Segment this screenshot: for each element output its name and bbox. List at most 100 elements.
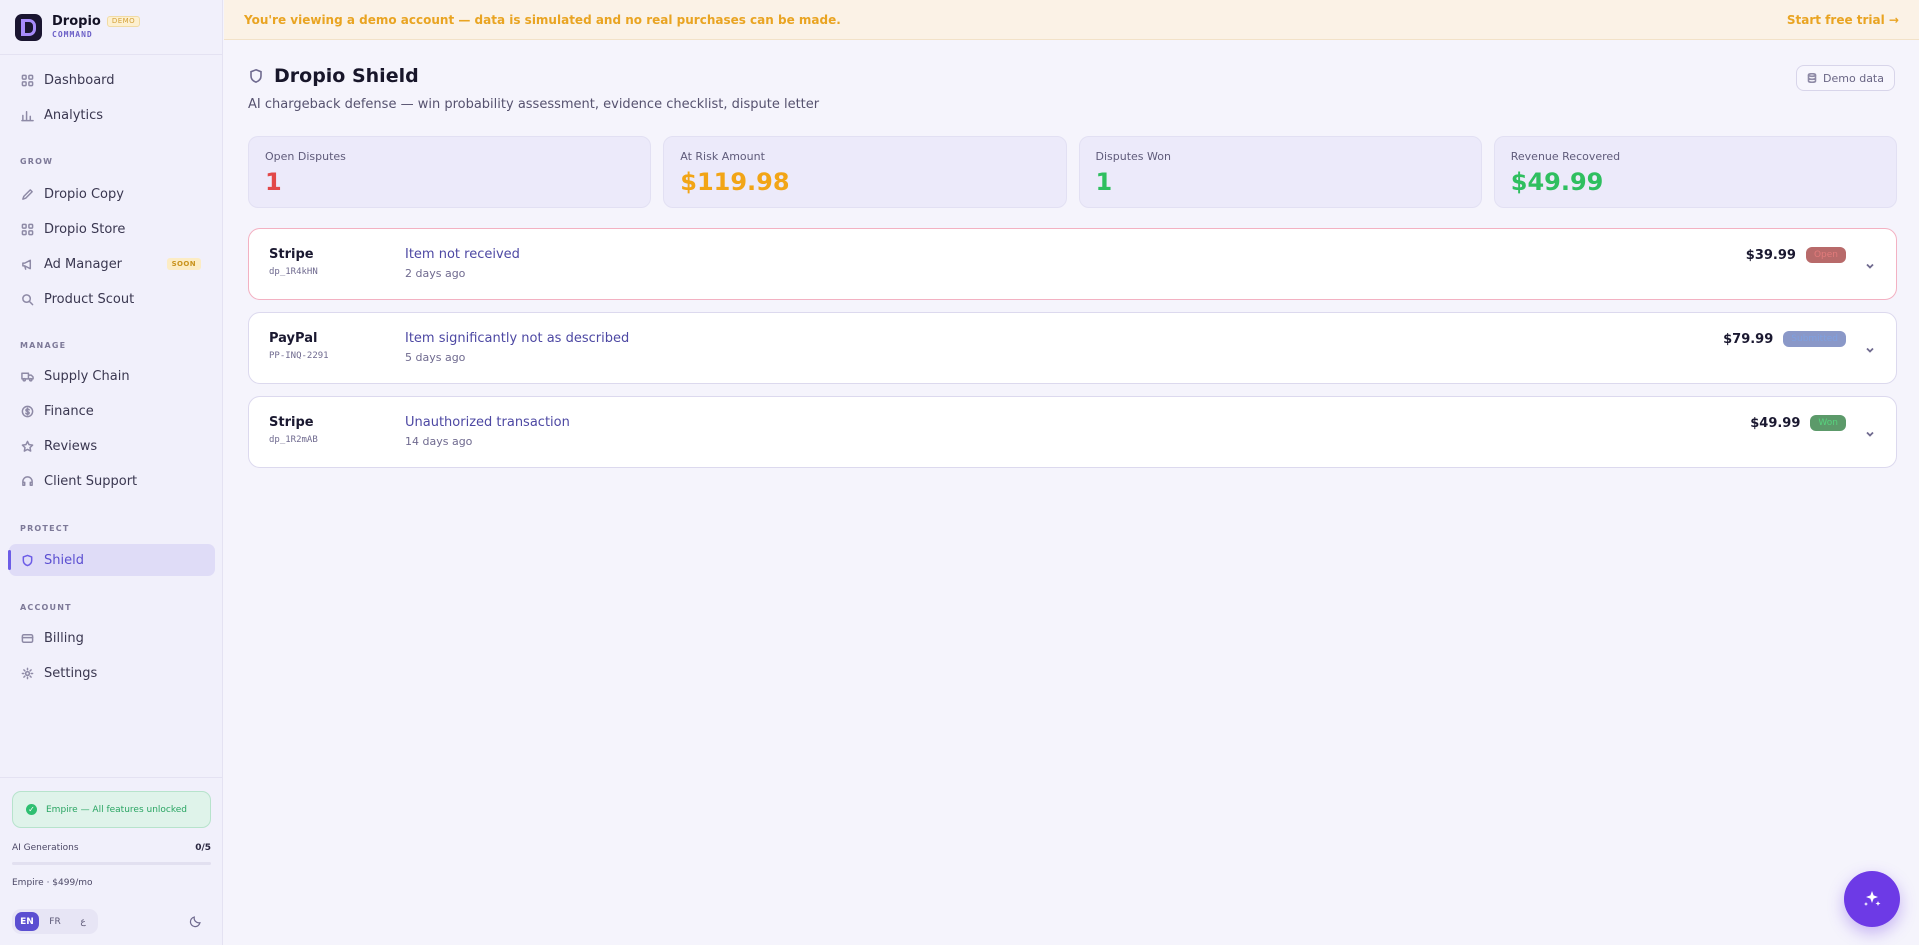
dropio-logo-icon [15,13,42,41]
moon-icon[interactable] [189,913,205,929]
stat-value: $119.98 [680,168,790,196]
stats-row: Open Disputes 1 At Risk Amount $119.98 D… [248,136,1897,208]
demo-data-label: Demo data [1823,71,1884,85]
dispute-reason: Unauthorized transaction [405,415,570,430]
chevron-down-icon[interactable] [1864,425,1876,437]
ai-generations-label: AI Generations [12,843,79,853]
store-icon [20,222,34,236]
page-subtitle: AI chargeback defense — win probability … [248,97,820,112]
bar-chart-icon [20,108,34,122]
sidebar-item-label: Client Support [44,473,138,489]
sidebar-item-label: Product Scout [44,291,135,307]
stat-value: 1 [1095,168,1113,196]
language-fr[interactable]: FR [43,912,67,931]
dispute-age: 5 days ago [405,351,466,364]
sidebar-item-label: Supply Chain [44,368,130,384]
dispute-reason: Item significantly not as described [405,331,630,346]
sidebar-item-supply-chain[interactable]: Supply Chain [9,360,215,392]
dispute-age: 2 days ago [405,267,466,280]
sidebar-item-label: Finance [44,403,94,419]
demo-banner-text: You're viewing a demo account — data is … [244,12,841,27]
page-header: Dropio Shield AI chargeback defense — wi… [248,65,819,112]
sidebar-item-label: Analytics [44,107,104,123]
search-icon [20,292,34,306]
sidebar-item-billing[interactable]: Billing [9,622,215,654]
dispute-provider: Stripe [269,247,314,262]
stat-value: $49.99 [1510,168,1604,196]
brand-subtitle: COMMAND [52,30,93,39]
ai-assistant-button[interactable] [1844,871,1900,927]
ai-generations-row: AI Generations 0/5 [12,843,211,853]
start-free-trial-link[interactable]: Start free trial → [1787,13,1899,27]
chevron-down-icon[interactable] [1864,341,1876,353]
sidebar-item-dashboard[interactable]: Dashboard [9,64,215,96]
sidebar-item-analytics[interactable]: Analytics [9,99,215,131]
sidebar-item-label: Dashboard [44,72,115,88]
stat-label: Open Disputes [265,150,346,163]
page-title: Dropio Shield [274,65,419,87]
section-label-manage: MANAGE [20,341,67,350]
stat-value: 1 [265,168,282,196]
stat-label: At Risk Amount [680,150,765,163]
main-content: Dropio Shield AI chargeback defense — wi… [224,41,1919,945]
chevron-down-icon[interactable] [1864,257,1876,269]
credit-card-icon [20,631,34,645]
dispute-id: PP-INQ-2291 [269,351,329,361]
language-switcher: EN FR ع [12,909,98,934]
status-badge: Won [1810,415,1846,431]
demo-banner: You're viewing a demo account — data is … [224,0,1919,40]
sidebar-item-product-scout[interactable]: Product Scout [9,283,215,315]
grid-icon [20,73,34,87]
soon-badge: SOON [166,258,201,270]
dispute-amount: $79.99 [1723,331,1774,347]
dispute-provider: PayPal [269,331,318,346]
sidebar-item-settings[interactable]: Settings [9,657,215,689]
sidebar-item-dropio-store[interactable]: Dropio Store [9,213,215,245]
dispute-row[interactable]: Stripe dp_1R4kHN Item not received 2 day… [248,228,1897,300]
shield-icon [20,553,34,567]
sidebar-footer: ✓ Empire — All features unlocked AI Gene… [0,777,223,945]
plan-price: Empire · $499/mo [12,878,93,888]
sparkles-icon [1864,891,1881,906]
plan-status-pill[interactable]: ✓ Empire — All features unlocked [12,791,211,828]
brand[interactable]: Dropio DEMO COMMAND [0,0,222,55]
dispute-id: dp_1R2mAB [269,435,318,445]
ai-generations-count: 0/5 [195,843,211,853]
dollar-circle-icon [20,404,34,418]
demo-data-button[interactable]: Demo data [1796,65,1895,91]
megaphone-icon [20,257,34,271]
plan-status-text: Empire — All features unlocked [46,804,187,815]
dispute-amount: $49.99 [1750,415,1801,431]
sidebar-item-label: Billing [44,630,84,646]
headset-icon [20,474,34,488]
sidebar: Dropio DEMO COMMAND Dashboard Analytics … [0,0,223,945]
dispute-list: Stripe dp_1R4kHN Item not received 2 day… [248,228,1897,480]
demo-badge: DEMO [106,16,141,27]
check-circle-icon: ✓ [26,804,37,815]
dispute-age: 14 days ago [405,435,473,448]
sidebar-item-label: Dropio Copy [44,186,124,202]
language-en[interactable]: EN [15,912,39,931]
dispute-id: dp_1R4kHN [269,267,318,277]
dispute-row[interactable]: Stripe dp_1R2mAB Unauthorized transactio… [248,396,1897,468]
section-label-account: ACCOUNT [20,603,72,612]
status-badge: Submitted [1783,331,1846,347]
sidebar-item-reviews[interactable]: Reviews [9,430,215,462]
shield-icon [250,68,262,83]
dispute-reason: Item not received [405,247,520,262]
stat-card-at-risk-amount: At Risk Amount $119.98 [663,136,1067,208]
sidebar-item-dropio-copy[interactable]: Dropio Copy [9,178,215,210]
ai-generations-progress [12,862,211,865]
sidebar-item-ad-manager[interactable]: Ad Manager SOON [9,248,215,280]
sidebar-item-label: Reviews [44,438,98,454]
pencil-icon [20,187,34,201]
gear-icon [20,666,34,680]
stat-label: Revenue Recovered [1510,150,1621,163]
sidebar-item-shield[interactable]: Shield [8,544,215,576]
dispute-row[interactable]: PayPal PP-INQ-2291 Item significantly no… [248,312,1897,384]
sidebar-item-finance[interactable]: Finance [9,395,215,427]
star-icon [20,439,34,453]
brand-name: Dropio [52,14,101,29]
language-ar[interactable]: ع [71,912,95,931]
sidebar-item-client-support[interactable]: Client Support [9,465,215,497]
